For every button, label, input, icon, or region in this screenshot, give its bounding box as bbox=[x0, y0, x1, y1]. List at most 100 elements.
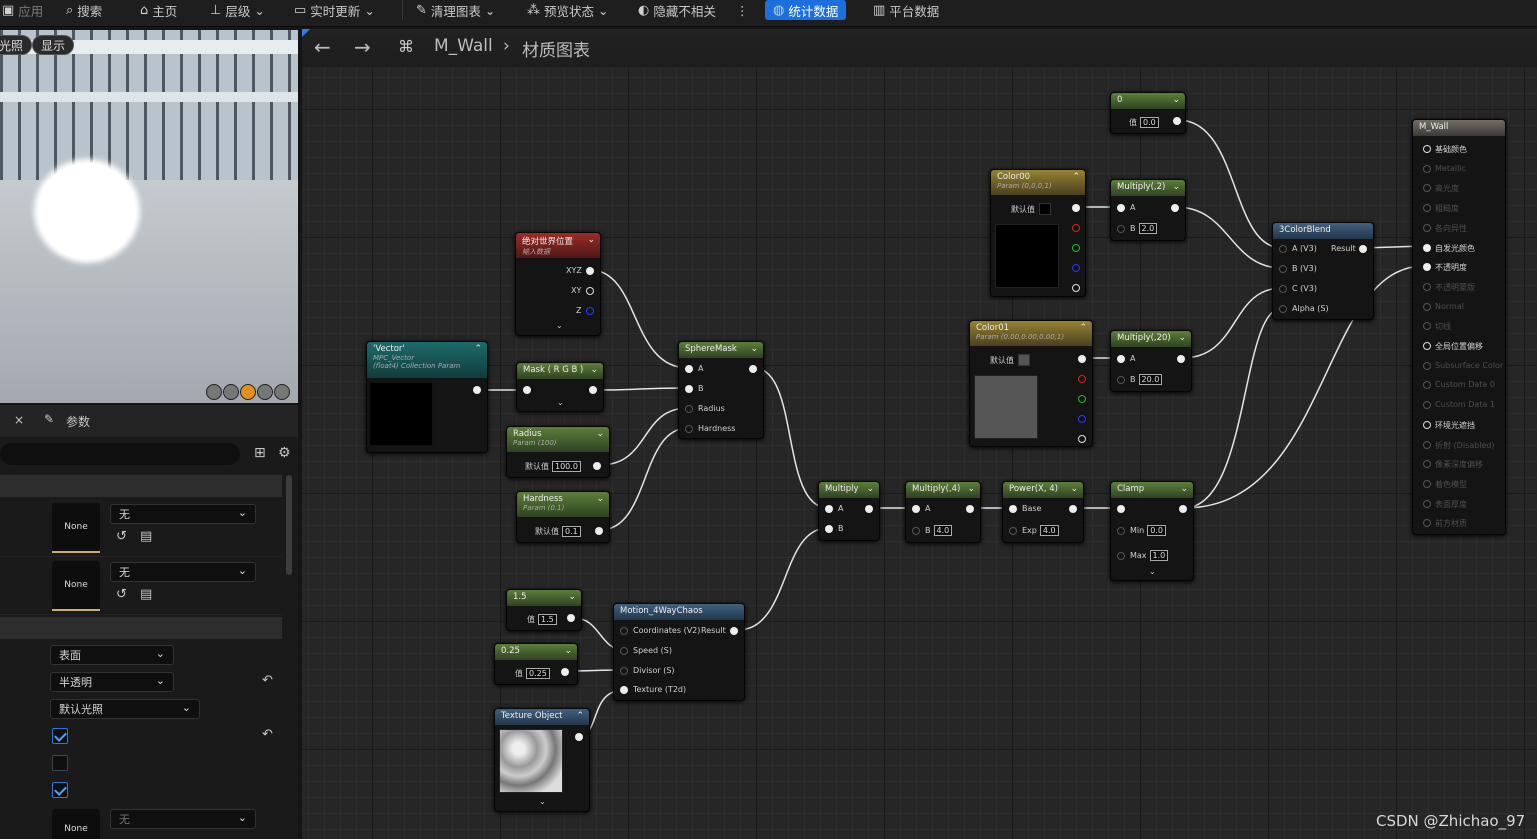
chevron-down-icon[interactable]: ⌄ bbox=[967, 484, 975, 494]
chevron-up-icon[interactable]: ⌃ bbox=[474, 344, 482, 354]
output-pin[interactable] bbox=[473, 386, 481, 394]
home-button[interactable]: ⌂ 主页 bbox=[140, 0, 177, 20]
apply-button[interactable]: ▣ 应用 bbox=[2, 0, 43, 20]
chevron-down-icon[interactable]: ⌄ bbox=[1180, 484, 1188, 494]
details-scrollbar[interactable] bbox=[286, 475, 292, 575]
output-pin-a[interactable] bbox=[1078, 435, 1086, 443]
browse-asset-icon[interactable]: ▤ bbox=[140, 587, 152, 602]
node-material-result[interactable]: M_Wall 基础颜色 Metallic 高光度 粗糙度 各向异性 自发光颜色 不透明度 不透… bbox=[1412, 119, 1506, 535]
input-pin-a[interactable] bbox=[825, 505, 833, 513]
table-view-icon[interactable]: ⊞ bbox=[254, 445, 266, 461]
preview-viewport[interactable]: 光照 显示 bbox=[0, 30, 298, 403]
chevron-up-icon[interactable]: ⌃ bbox=[1079, 323, 1087, 333]
value-input[interactable]: 0.1 bbox=[562, 526, 581, 537]
show-button[interactable]: 显示 bbox=[32, 35, 75, 55]
output-pin[interactable] bbox=[1359, 245, 1367, 253]
chevron-down-icon[interactable]: ⌄ bbox=[596, 429, 604, 439]
value-input[interactable]: 0.25 bbox=[526, 668, 550, 679]
input-pin[interactable] bbox=[1423, 420, 1431, 429]
input-pin[interactable] bbox=[1423, 499, 1431, 508]
node-clamp[interactable]: Clamp ⌄ Min 0.0 Max 1.0 ⌄ bbox=[1110, 481, 1194, 581]
chevron-down-icon[interactable]: ⌄ bbox=[596, 494, 604, 504]
input-pin[interactable] bbox=[1423, 282, 1431, 291]
chevron-down-icon[interactable]: ⌄ bbox=[556, 321, 563, 330]
value-input[interactable]: 0.0 bbox=[1147, 525, 1166, 536]
output-pin[interactable] bbox=[1171, 204, 1179, 212]
texture-dropdown[interactable]: 无 ⌄ bbox=[110, 504, 256, 524]
input-pin-texture[interactable] bbox=[620, 686, 628, 694]
input-pin[interactable] bbox=[1423, 460, 1431, 469]
output-pin-b[interactable] bbox=[1072, 264, 1080, 272]
input-pin[interactable] bbox=[1423, 184, 1431, 193]
input-pin[interactable] bbox=[1117, 505, 1125, 513]
node-color00[interactable]: Color00 Param (0,0,0,1) ⌃ 默认值 bbox=[990, 169, 1086, 297]
output-pin[interactable] bbox=[749, 365, 757, 373]
cylinder-icon[interactable] bbox=[206, 384, 222, 400]
shading-model-dropdown[interactable]: 默认光照 ⌄ bbox=[50, 699, 200, 719]
value-input[interactable]: 4.0 bbox=[933, 525, 953, 536]
preview-state-button[interactable]: ⁂ 预览状态 ⌄ bbox=[527, 0, 609, 20]
input-pin-base[interactable] bbox=[1009, 505, 1017, 513]
value-input[interactable]: 20.0 bbox=[1138, 374, 1163, 385]
chevron-down-icon[interactable]: ⌄ bbox=[866, 484, 874, 494]
node-absolute-world-position[interactable]: 绝对世界位置 输入数据 ⌄ XYZ XY Z ⌄ bbox=[515, 232, 601, 336]
hide-unrelated-button[interactable]: ◐ 隐藏不相关 bbox=[638, 0, 716, 20]
value-input[interactable]: 1.5 bbox=[538, 614, 557, 625]
node-constant-0-25[interactable]: 0.25 ⌄ 值 0.25 bbox=[494, 643, 578, 685]
input-pin-c[interactable] bbox=[1279, 285, 1287, 293]
texture-dropdown[interactable]: 无 ⌄ bbox=[110, 562, 256, 582]
hierarchy-button[interactable]: ⊥ 层级 ⌄ bbox=[210, 0, 265, 20]
reset-icon[interactable]: ↶ bbox=[262, 727, 273, 742]
input-pin-radius[interactable] bbox=[685, 405, 693, 413]
input-pin-b[interactable] bbox=[685, 385, 693, 393]
value-input[interactable]: 4.0 bbox=[1039, 525, 1059, 536]
input-pin-b[interactable] bbox=[1279, 265, 1287, 273]
lit-mode-button[interactable]: 光照 bbox=[0, 35, 33, 55]
chevron-down-icon[interactable]: ⌄ bbox=[1172, 95, 1180, 105]
value-input[interactable]: 100.0 bbox=[552, 461, 581, 472]
input-pin-min[interactable] bbox=[1117, 527, 1125, 535]
chevron-down-icon[interactable]: ⌄ bbox=[564, 646, 572, 656]
platform-stats-button[interactable]: ▥ 平台数据 bbox=[873, 0, 939, 20]
node-hardness-param[interactable]: Hardness Param (0.1) ⌄ 默认值 0.1 bbox=[516, 491, 610, 543]
chevron-down-icon[interactable]: ⌄ bbox=[1149, 567, 1156, 576]
chevron-down-icon[interactable]: ⌄ bbox=[557, 398, 564, 407]
value-input[interactable]: 0.0 bbox=[1140, 117, 1159, 128]
node-power[interactable]: Power(X, 4) ⌄ Base Exp 4.0 bbox=[1002, 481, 1084, 543]
chevron-down-icon[interactable]: ⌄ bbox=[539, 797, 546, 806]
stats-button[interactable]: ◍ 统计数据 bbox=[765, 0, 847, 20]
input-pin[interactable] bbox=[1423, 342, 1431, 350]
chevron-up-icon[interactable]: ⌃ bbox=[1072, 172, 1080, 182]
value-input[interactable]: 2.0 bbox=[1138, 223, 1158, 234]
output-pin[interactable] bbox=[1177, 355, 1185, 363]
checkbox-option[interactable] bbox=[52, 782, 68, 798]
browse-asset-icon[interactable]: ▤ bbox=[140, 529, 152, 544]
node-3colorblend[interactable]: 3ColorBlend A (V3) Result B (V3) C (V3) … bbox=[1272, 222, 1374, 320]
use-asset-icon[interactable]: ↺ bbox=[116, 529, 127, 544]
tab-parameters[interactable]: 参数 bbox=[66, 413, 90, 430]
input-pin[interactable] bbox=[1423, 145, 1431, 153]
node-constant-1-5[interactable]: 1.5 ⌄ 值 1.5 bbox=[506, 589, 582, 631]
input-pin[interactable] bbox=[1423, 361, 1431, 370]
live-update-button[interactable]: ▭ 实时更新 ⌄ bbox=[294, 0, 375, 20]
node-color01[interactable]: Color01 Param (0.00,0.00,0.00,1) ⌃ 默认值 bbox=[969, 320, 1093, 447]
node-vector-collection-param[interactable]: 'Vector' MPC_Vector (float4) Collection Pa… bbox=[366, 341, 488, 453]
input-pin-hardness[interactable] bbox=[685, 425, 693, 433]
input-pin-b[interactable] bbox=[825, 525, 833, 533]
output-pin[interactable] bbox=[567, 614, 575, 622]
node-multiply[interactable]: Multiply ⌄ A B bbox=[818, 481, 880, 541]
chevron-up-icon[interactable]: ⌃ bbox=[576, 711, 584, 721]
node-multiply-4[interactable]: Multiply(,4) ⌄ A B 4.0 bbox=[905, 481, 981, 543]
details-section-header[interactable] bbox=[0, 617, 282, 639]
node-multiply-20[interactable]: Multiply(,20) ⌄ A B 20.0 bbox=[1110, 330, 1192, 392]
breadcrumb-asset[interactable]: M_Wall bbox=[434, 36, 493, 56]
input-pin[interactable] bbox=[1423, 204, 1431, 213]
output-pin-z[interactable] bbox=[586, 307, 594, 315]
material-domain-dropdown[interactable]: 表面 ⌄ bbox=[50, 645, 174, 665]
node-spheremask[interactable]: SphereMask ⌄ A B Radius Hardness bbox=[678, 341, 764, 439]
texture-dropdown[interactable]: 无 ⌄ bbox=[110, 809, 256, 829]
plane-icon[interactable] bbox=[240, 384, 256, 400]
output-pin-g[interactable] bbox=[1072, 244, 1080, 252]
output-pin-xy[interactable] bbox=[586, 287, 594, 295]
details-section-header[interactable] bbox=[0, 475, 282, 497]
